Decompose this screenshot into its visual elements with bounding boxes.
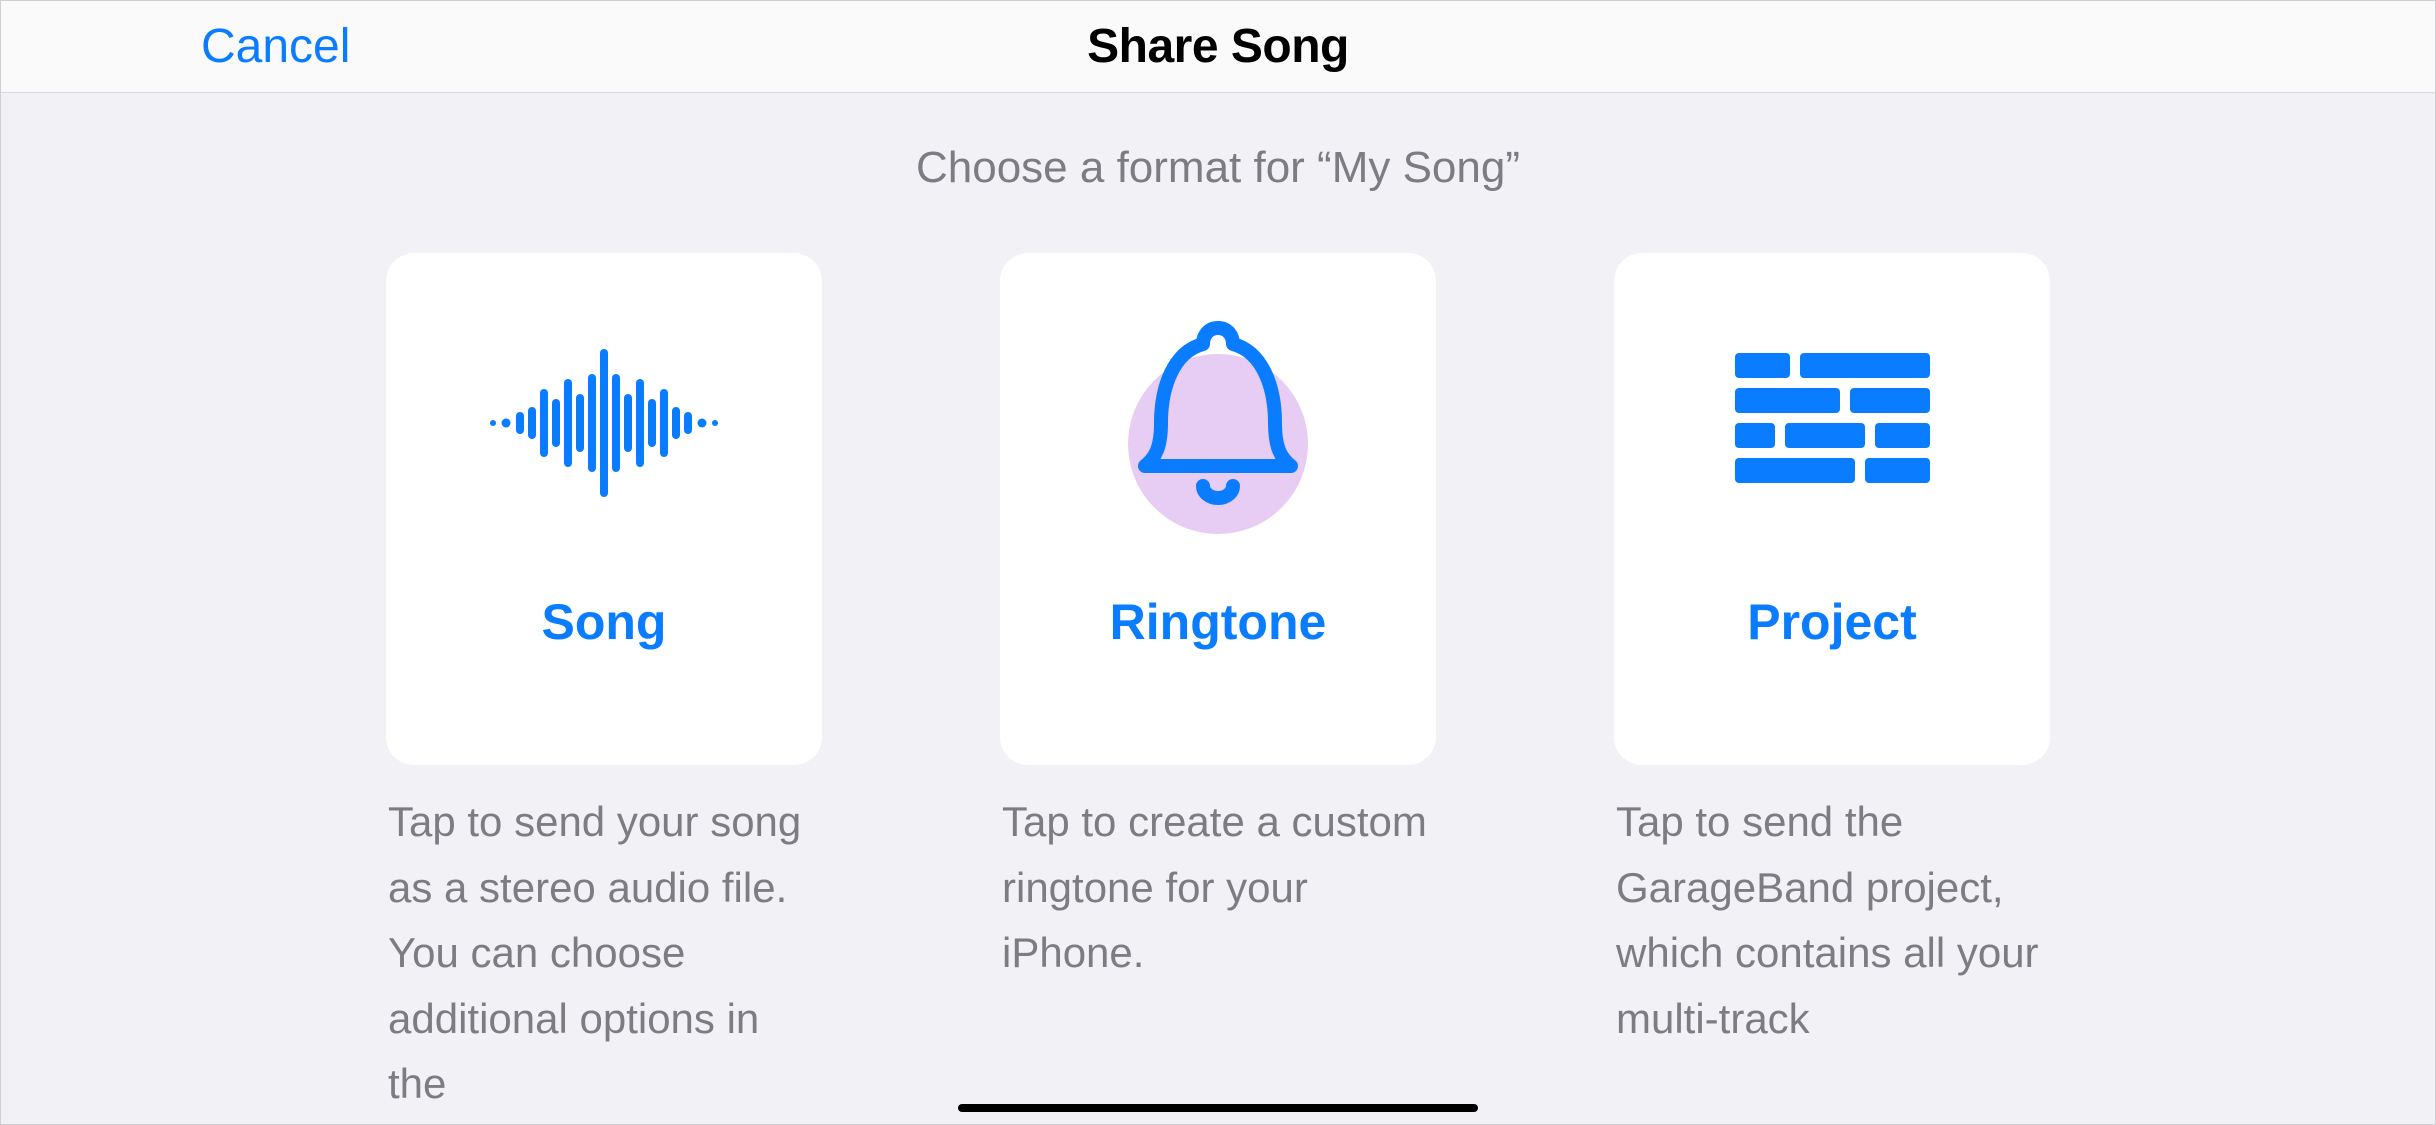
song-card[interactable]: Song — [386, 253, 822, 765]
ringtone-description: Tap to create a custom ringtone for your… — [1000, 789, 1436, 986]
option-ringtone: Ringtone Tap to create a custom ringtone… — [1000, 253, 1436, 1117]
tracks-icon — [1712, 303, 1952, 543]
content-area: Choose a format for “My Song” — [1, 93, 2435, 1117]
song-description: Tap to send your song as a stereo audio … — [386, 789, 822, 1117]
bell-icon — [1098, 303, 1338, 543]
project-description: Tap to send the GarageBand project, whic… — [1614, 789, 2050, 1051]
navbar: Cancel Share Song — [1, 1, 2435, 93]
subtitle-label: Choose a format for “My Song” — [916, 143, 1520, 193]
cancel-button[interactable]: Cancel — [201, 19, 350, 74]
project-card[interactable]: Project — [1614, 253, 2050, 765]
song-card-title: Song — [542, 593, 667, 651]
waveform-icon — [484, 303, 724, 543]
share-song-sheet: Cancel Share Song Choose a format for “M… — [0, 0, 2436, 1125]
home-indicator[interactable] — [958, 1104, 1478, 1112]
navbar-title: Share Song — [1087, 19, 1349, 74]
option-project: Project Tap to send the GarageBand proje… — [1614, 253, 2050, 1117]
format-options-row: Song Tap to send your song as a stereo a… — [386, 253, 2050, 1117]
ringtone-card-title: Ringtone — [1110, 593, 1327, 651]
option-song: Song Tap to send your song as a stereo a… — [386, 253, 822, 1117]
project-card-title: Project — [1747, 593, 1917, 651]
ringtone-card[interactable]: Ringtone — [1000, 253, 1436, 765]
